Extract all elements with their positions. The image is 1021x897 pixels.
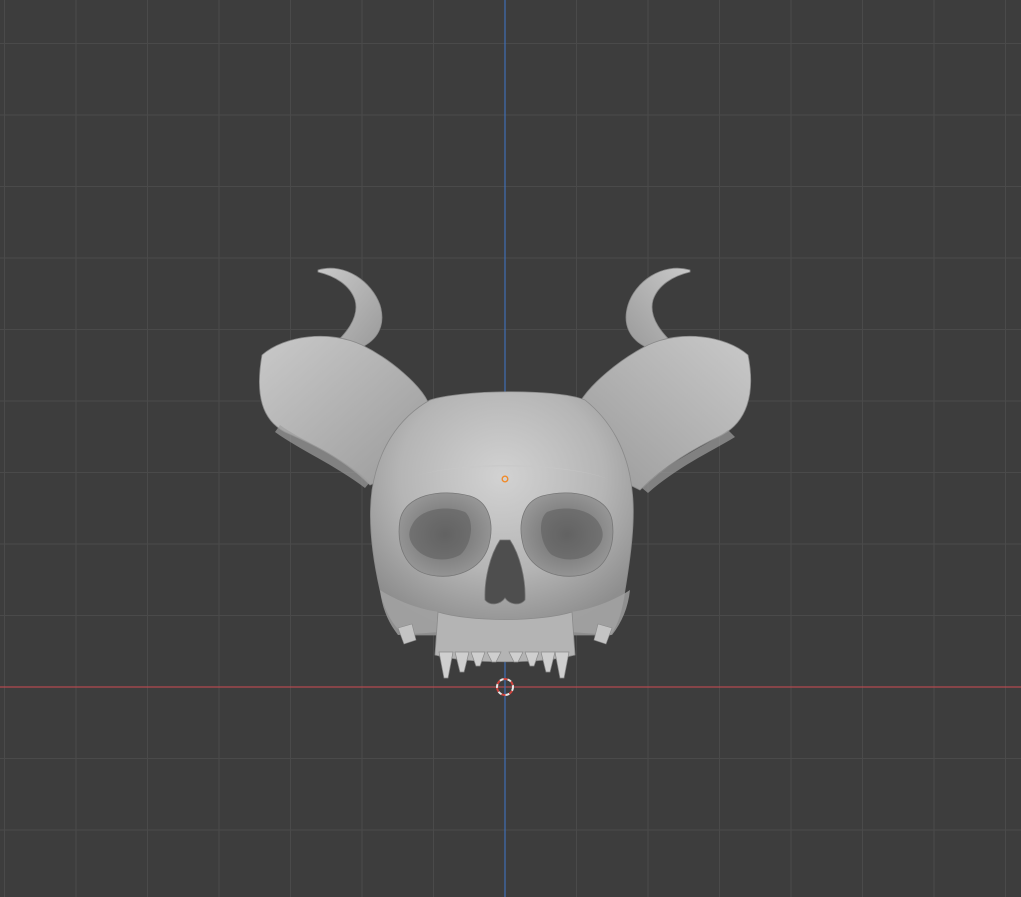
tooth — [540, 651, 556, 673]
viewport-canvas[interactable] — [0, 0, 1021, 897]
tooth — [554, 651, 570, 679]
3d-viewport[interactable] — [0, 0, 1021, 897]
tooth — [454, 651, 470, 673]
tooth — [438, 651, 454, 679]
